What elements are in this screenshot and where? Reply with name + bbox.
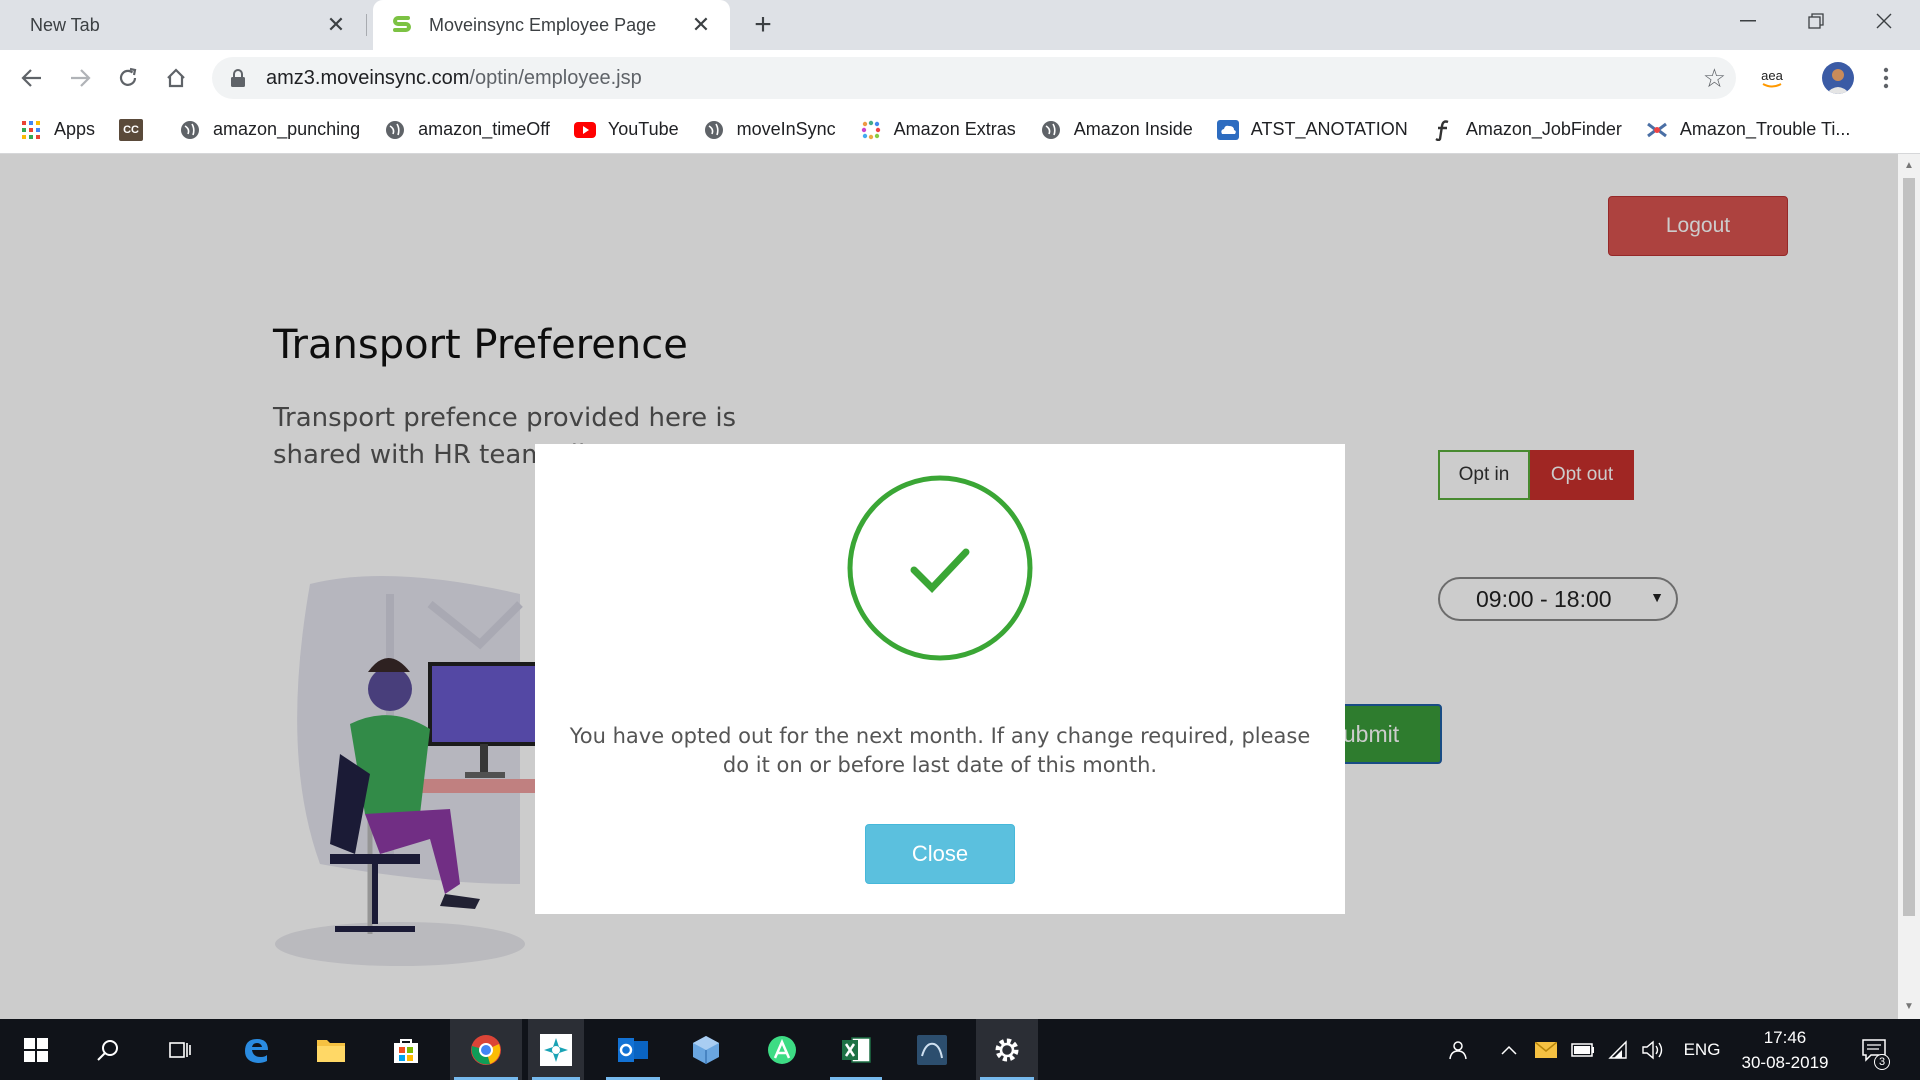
home-icon[interactable] bbox=[156, 58, 196, 98]
tab-title: New Tab bbox=[30, 14, 100, 35]
tab-strip: New Tab ✕ Moveinsync Employee Page ✕ + bbox=[0, 0, 1920, 50]
success-modal: You have opted out for the next month. I… bbox=[535, 444, 1345, 914]
bookmark-label: amazon_punching bbox=[213, 119, 361, 139]
f-icon bbox=[1432, 119, 1454, 141]
lock-icon bbox=[230, 69, 246, 87]
close-button[interactable]: Close bbox=[865, 824, 1015, 884]
wifi-icon[interactable] bbox=[1606, 1019, 1632, 1080]
edge-browser-icon[interactable] bbox=[226, 1019, 286, 1080]
store-icon[interactable] bbox=[376, 1019, 436, 1080]
url-path: /optin/employee.jsp bbox=[469, 66, 642, 89]
globe-icon bbox=[1040, 119, 1062, 141]
bookmark-youtube[interactable]: YouTube bbox=[573, 119, 679, 141]
bookmark-label: moveInSync bbox=[736, 119, 836, 139]
profile-avatar[interactable] bbox=[1822, 62, 1854, 94]
page-viewport: Logout Transport Preference Transport pr… bbox=[0, 154, 1898, 1019]
scroll-thumb[interactable] bbox=[1903, 178, 1915, 916]
chrome-menu-icon[interactable] bbox=[1866, 58, 1906, 98]
bookmark-amazon-timeoff[interactable]: amazon_timeOff bbox=[384, 119, 550, 141]
system-clock[interactable]: 17:46 30-08-2019 bbox=[1730, 1025, 1840, 1075]
bookmarks-bar: Apps CC amazon_punching amazon_timeOff Y… bbox=[0, 106, 1920, 154]
notification-count: 3 bbox=[1874, 1054, 1890, 1070]
bookmark-moveinsync[interactable]: moveInSync bbox=[703, 119, 836, 141]
scroll-down-icon[interactable]: ▼ bbox=[1903, 1001, 1915, 1013]
minimize-icon[interactable] bbox=[1714, 0, 1782, 42]
bookmark-label: ATST_ANOTATION bbox=[1250, 119, 1408, 139]
url-host: amz3.moveinsync.com bbox=[266, 66, 470, 89]
mysql-workbench-icon[interactable] bbox=[902, 1019, 962, 1080]
bookmark-label: Apps bbox=[54, 119, 96, 139]
globe-icon bbox=[384, 119, 406, 141]
snipping-tool-icon[interactable] bbox=[528, 1019, 584, 1080]
dots-icon bbox=[860, 119, 882, 141]
android-studio-icon[interactable] bbox=[752, 1019, 812, 1080]
globe-icon bbox=[179, 119, 201, 141]
people-icon[interactable] bbox=[1442, 1019, 1472, 1080]
youtube-icon bbox=[573, 119, 596, 141]
bookmark-label: Amazon_Trouble Ti... bbox=[1679, 119, 1851, 139]
chevron-up-icon[interactable] bbox=[1498, 1019, 1520, 1080]
bookmark-cc[interactable]: CC bbox=[119, 118, 155, 141]
globe-icon bbox=[703, 119, 725, 141]
chrome-taskbar-icon[interactable] bbox=[450, 1019, 522, 1080]
moveinsync-favicon-icon bbox=[389, 12, 415, 38]
mail-icon[interactable] bbox=[1533, 1019, 1559, 1080]
amazon-assistant-icon[interactable]: aea bbox=[1754, 62, 1790, 94]
cc-icon: CC bbox=[119, 118, 144, 141]
bookmark-atst-anotation[interactable]: ATST_ANOTATION bbox=[1216, 119, 1408, 141]
bookmark-amazon-trouble[interactable]: Amazon_Trouble Ti... bbox=[1646, 119, 1850, 141]
bookmark-label: amazon_timeOff bbox=[418, 119, 550, 139]
close-tab-icon[interactable]: ✕ bbox=[686, 10, 716, 40]
close-window-icon[interactable] bbox=[1850, 0, 1918, 42]
reload-icon[interactable] bbox=[108, 58, 148, 98]
battery-icon[interactable] bbox=[1570, 1019, 1596, 1080]
tab-title: Moveinsync Employee Page bbox=[429, 14, 657, 35]
vertical-scrollbar[interactable]: ▲ ▼ bbox=[1898, 154, 1920, 1019]
close-tab-icon[interactable]: ✕ bbox=[321, 10, 351, 40]
bookmark-label: Amazon Inside bbox=[1073, 119, 1193, 139]
clock-time: 17:46 bbox=[1763, 1028, 1807, 1047]
bookmark-label: Amazon_JobFinder bbox=[1465, 119, 1622, 139]
new-tab-button[interactable]: + bbox=[745, 8, 781, 42]
language-indicator[interactable]: ENG bbox=[1682, 1019, 1722, 1080]
cloud-icon bbox=[1216, 119, 1239, 141]
back-arrow-icon[interactable] bbox=[12, 58, 52, 98]
windows-taskbar: ENG 17:46 30-08-2019 3 bbox=[0, 1019, 1920, 1080]
windows-start-icon[interactable] bbox=[6, 1019, 66, 1080]
puzzle-icon bbox=[1646, 119, 1668, 141]
outlook-icon[interactable] bbox=[602, 1019, 664, 1080]
bookmark-amazon-punching[interactable]: amazon_punching bbox=[179, 119, 360, 141]
tab-moveinsync[interactable]: Moveinsync Employee Page ✕ bbox=[373, 0, 730, 50]
bookmark-star-icon[interactable]: ☆ bbox=[1703, 63, 1726, 94]
modal-message: You have opted out for the next month. I… bbox=[569, 724, 1311, 777]
address-bar[interactable]: amz3.moveinsync.com/optin/employee.jsp ☆ bbox=[212, 57, 1736, 99]
bookmark-amazon-inside[interactable]: Amazon Inside bbox=[1040, 119, 1193, 141]
file-explorer-icon[interactable] bbox=[301, 1019, 361, 1080]
bookmark-label: YouTube bbox=[607, 119, 679, 139]
settings-gear-icon[interactable] bbox=[976, 1019, 1038, 1080]
tab-separator bbox=[366, 14, 367, 36]
forward-arrow-icon[interactable] bbox=[60, 58, 100, 98]
url-text[interactable]: amz3.moveinsync.com/optin/employee.jsp bbox=[266, 67, 642, 90]
amazon-assistant-label: aea bbox=[1761, 67, 1783, 83]
search-icon[interactable] bbox=[78, 1019, 138, 1080]
apps-grid-icon bbox=[20, 119, 42, 141]
clock-date: 30-08-2019 bbox=[1741, 1053, 1829, 1072]
virtualbox-icon[interactable] bbox=[676, 1019, 736, 1080]
success-check-icon bbox=[847, 475, 1033, 661]
browser-toolbar: amz3.moveinsync.com/optin/employee.jsp ☆… bbox=[0, 50, 1920, 106]
task-view-icon[interactable] bbox=[150, 1019, 210, 1080]
excel-icon[interactable] bbox=[826, 1019, 886, 1080]
bookmark-amazon-jobfinder[interactable]: Amazon_JobFinder bbox=[1432, 119, 1622, 141]
volume-icon[interactable] bbox=[1640, 1019, 1666, 1080]
bookmark-label: Amazon Extras bbox=[893, 119, 1016, 139]
bookmark-apps[interactable]: Apps bbox=[20, 119, 95, 141]
scroll-up-icon[interactable]: ▲ bbox=[1903, 160, 1915, 172]
restore-icon[interactable] bbox=[1782, 0, 1850, 42]
tab-new-tab[interactable]: New Tab ✕ bbox=[0, 0, 365, 50]
bookmark-amazon-extras[interactable]: Amazon Extras bbox=[860, 119, 1016, 141]
notifications-icon[interactable]: 3 bbox=[1854, 1019, 1894, 1080]
